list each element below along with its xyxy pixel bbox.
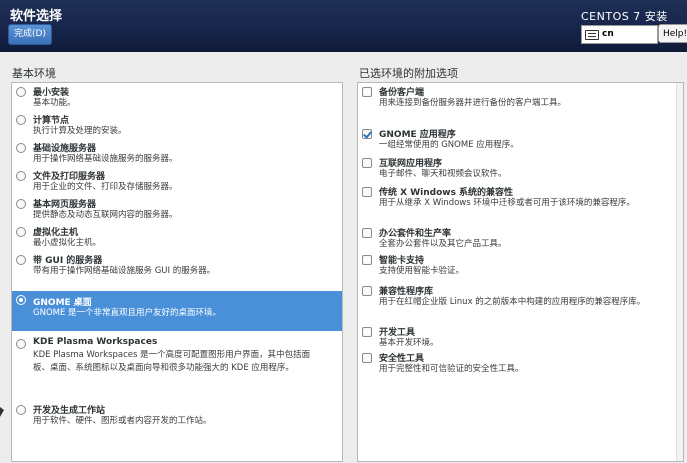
env-item[interactable]: 最小安装 基本功能。 [12, 83, 342, 110]
env-item[interactable]: 基本网页服务器 提供静态及动态互联网内容的服务器。 [12, 195, 342, 222]
radio-button-selected[interactable] [16, 295, 26, 305]
env-item[interactable]: 带 GUI 的服务器 带有用于操作网络基础设施服务 GUI 的服务器。 [12, 251, 342, 278]
checkbox[interactable] [362, 327, 372, 337]
radio-button[interactable] [16, 171, 26, 181]
env-description: 用于软件、硬件、图形或者内容开发的工作站。 [33, 416, 212, 426]
addon-item[interactable]: 安全性工具 用于完整性和可信验证的安全性工具。 [358, 349, 683, 377]
radio-button[interactable] [16, 115, 26, 125]
checkbox[interactable] [362, 187, 372, 197]
addon-item[interactable]: 备份客户端 用来连接到备份服务器并进行备份的客户端工具。 [358, 83, 683, 111]
addon-item[interactable]: 智能卡支持 支持使用智能卡验证。 [358, 251, 683, 279]
checkbox[interactable] [362, 353, 372, 363]
env-item[interactable]: 虚拟化主机 最小虚拟化主机。 [12, 223, 342, 250]
addons-title: 已选环境的附加选项 [359, 67, 458, 80]
checkbox-checked[interactable] [362, 129, 372, 139]
checkbox[interactable] [362, 286, 372, 296]
keyboard-icon [585, 30, 599, 40]
base-environment-list: 最小安装 基本功能。 计算节点 执行计算及处理的安装。 基础设施服务器 用于操作… [11, 82, 343, 462]
done-button[interactable]: 完成(D) [8, 24, 52, 45]
env-description: 用于企业的文件、打印及存储服务器。 [33, 182, 178, 192]
addon-description: 用于在红帽企业版 Linux 的之前版本中构建的应用程序的兼容程序库。 [379, 297, 646, 307]
radio-button[interactable] [16, 405, 26, 415]
env-description: 基本功能。 [33, 98, 76, 108]
env-item[interactable]: KDE Plasma Workspaces KDE Plasma Workspa… [12, 335, 342, 379]
keyboard-layout-label: cn [602, 29, 614, 39]
addon-description: 支持使用智能卡验证。 [379, 266, 465, 276]
page-title: 软件选择 [10, 9, 63, 24]
radio-button[interactable] [16, 199, 26, 209]
env-description: 执行计算及处理的安装。 [33, 126, 127, 136]
scrollbar[interactable] [676, 83, 683, 461]
product-title: CENTOS 7 安装 [581, 10, 668, 23]
radio-button[interactable] [16, 87, 26, 97]
mouse-cursor-icon [0, 407, 4, 417]
addon-list: 备份客户端 用来连接到备份服务器并进行备份的客户端工具。 GNOME 应用程序 … [357, 82, 684, 462]
addon-item[interactable]: 兼容性程序库 用于在红帽企业版 Linux 的之前版本中构建的应用程序的兼容程序… [358, 282, 683, 310]
help-button[interactable]: Help! [658, 24, 687, 43]
keyboard-layout-indicator[interactable]: cn [581, 25, 658, 44]
radio-button[interactable] [16, 255, 26, 265]
radio-button[interactable] [16, 143, 26, 153]
env-item[interactable]: 计算节点 执行计算及处理的安装。 [12, 111, 342, 138]
radio-button[interactable] [16, 339, 26, 349]
addon-item[interactable]: 开发工具 基本开发环境。 [358, 323, 683, 351]
checkbox[interactable] [362, 255, 372, 265]
checkbox[interactable] [362, 228, 372, 238]
env-item[interactable]: 文件及打印服务器 用于企业的文件、打印及存储服务器。 [12, 167, 342, 194]
env-description-line2: 板、桌面、系统图标以及桌面向导和很多功能强大的 KDE 应用程序。 [33, 363, 294, 373]
env-description: 带有用于操作网络基础设施服务 GUI 的服务器。 [33, 266, 216, 276]
addon-description: 一组经常使用的 GNOME 应用程序。 [379, 140, 519, 150]
env-name: KDE Plasma Workspaces [33, 337, 158, 347]
env-item-selected[interactable]: GNOME 桌面 GNOME 是一个非常直观且用户友好的桌面环境。 [12, 291, 342, 331]
addon-item[interactable]: 传统 X Windows 系统的兼容性 用于从继承 X Windows 环境中迁… [358, 183, 683, 211]
addon-description: 用于完整性和可信验证的安全性工具。 [379, 364, 524, 374]
env-description: 最小虚拟化主机。 [33, 238, 102, 248]
addon-item[interactable]: 办公套件和生产率 全套办公套件以及其它产品工具。 [358, 224, 683, 252]
addon-item[interactable]: 互联网应用程序 电子邮件、聊天和视频会议软件。 [358, 154, 683, 182]
addon-description: 用来连接到备份服务器并进行备份的客户端工具。 [379, 98, 567, 108]
env-description: KDE Plasma Workspaces 是一个高度可配置图形用户界面，其中包… [33, 350, 311, 360]
env-description: GNOME 是一个非常直观且用户友好的桌面环境。 [33, 308, 222, 318]
base-environment-title: 基本环境 [12, 67, 56, 80]
addon-item[interactable]: GNOME 应用程序 一组经常使用的 GNOME 应用程序。 [358, 125, 683, 153]
checkbox[interactable] [362, 87, 372, 97]
radio-button[interactable] [16, 227, 26, 237]
addon-description: 全套办公套件以及其它产品工具。 [379, 239, 507, 249]
env-item[interactable]: 基础设施服务器 用于操作网络基础设施服务的服务器。 [12, 139, 342, 166]
env-description: 提供静态及动态互联网内容的服务器。 [33, 210, 178, 220]
checkbox[interactable] [362, 158, 372, 168]
env-item[interactable]: 开发及生成工作站 用于软件、硬件、图形或者内容开发的工作站。 [12, 401, 342, 428]
header-bar: 软件选择 完成(D) CENTOS 7 安装 cn Help! [0, 0, 687, 52]
addon-description: 用于从继承 X Windows 环境中迁移或者可用于该环境的兼容程序。 [379, 198, 635, 208]
env-description: 用于操作网络基础设施服务的服务器。 [33, 154, 178, 164]
addon-description: 电子邮件、聊天和视频会议软件。 [379, 169, 507, 179]
